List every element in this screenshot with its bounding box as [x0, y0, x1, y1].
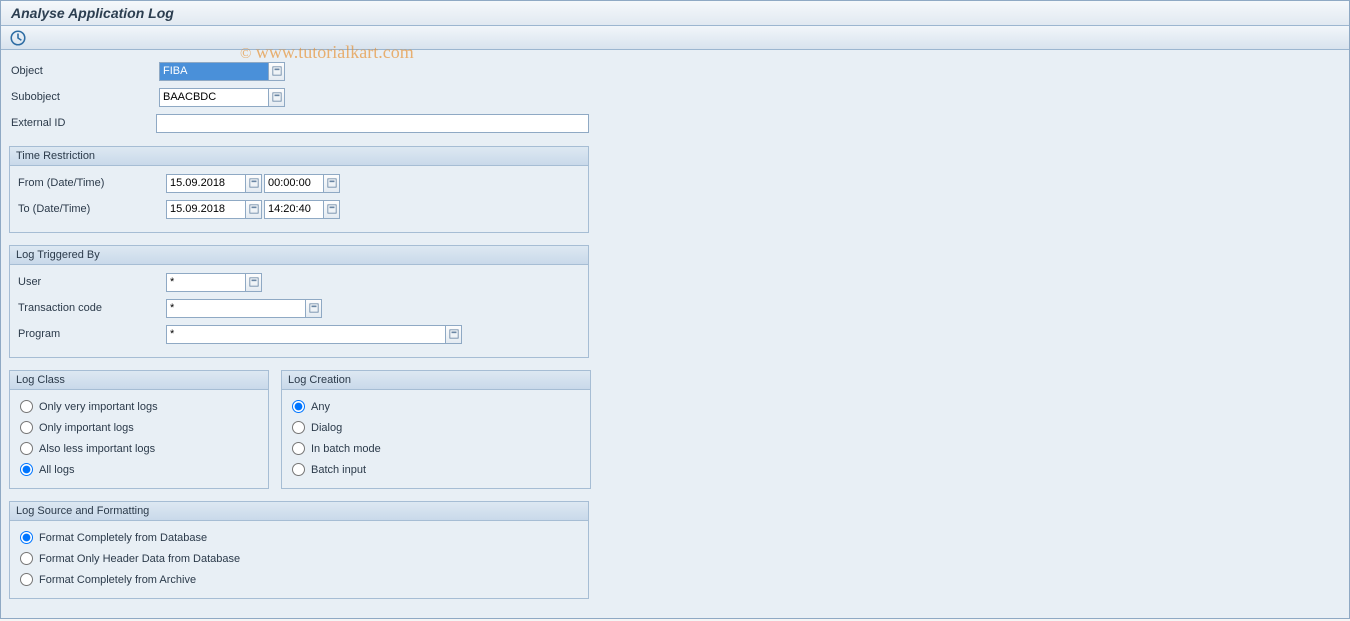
program-label: Program	[16, 328, 166, 340]
app-window: Analyse Application Log © www.tutorialka…	[0, 0, 1350, 619]
tcode-label: Transaction code	[16, 302, 166, 314]
to-date-input[interactable]	[166, 200, 246, 219]
content-area: Object Subobject External ID Time Restri…	[1, 50, 1349, 609]
log-source-option[interactable]: Format Completely from Archive	[16, 569, 582, 590]
log-source-title: Log Source and Formatting	[10, 502, 588, 521]
log-creation-radio[interactable]	[292, 442, 305, 455]
program-f4-icon[interactable]	[445, 325, 462, 344]
to-label: To (Date/Time)	[16, 203, 166, 215]
log-class-option[interactable]: Only important logs	[16, 417, 262, 438]
log-creation-option[interactable]: In batch mode	[288, 438, 584, 459]
log-creation-label: In batch mode	[311, 443, 381, 455]
log-triggered-title: Log Triggered By	[10, 246, 588, 265]
log-class-label: Also less important logs	[39, 443, 155, 455]
tcode-f4-icon[interactable]	[305, 299, 322, 318]
execute-icon[interactable]	[9, 29, 27, 47]
class-creation-row: Log Class Only very important logs Only i…	[9, 370, 1341, 489]
log-creation-group: Log Creation Any Dialog In batch mode Batch…	[281, 370, 591, 489]
log-creation-option[interactable]: Any	[288, 396, 584, 417]
log-class-radio[interactable]	[20, 463, 33, 476]
log-source-label: Format Completely from Database	[39, 532, 207, 544]
to-time-input[interactable]	[264, 200, 324, 219]
to-time-f4-icon[interactable]	[323, 200, 340, 219]
log-source-label: Format Completely from Archive	[39, 574, 196, 586]
from-time-input[interactable]	[264, 174, 324, 193]
log-class-radio[interactable]	[20, 400, 33, 413]
log-creation-option[interactable]: Batch input	[288, 459, 584, 480]
log-source-label: Format Only Header Data from Database	[39, 553, 240, 565]
log-creation-radio[interactable]	[292, 421, 305, 434]
program-input[interactable]	[166, 325, 446, 344]
external-id-input[interactable]	[156, 114, 589, 133]
to-date-f4-icon[interactable]	[245, 200, 262, 219]
log-class-label: Only important logs	[39, 422, 134, 434]
log-creation-option[interactable]: Dialog	[288, 417, 584, 438]
log-class-label: Only very important logs	[39, 401, 158, 413]
subobject-f4-icon[interactable]	[268, 88, 285, 107]
log-creation-title: Log Creation	[282, 371, 590, 390]
from-date-input[interactable]	[166, 174, 246, 193]
log-class-label: All logs	[39, 464, 74, 476]
log-creation-radio[interactable]	[292, 463, 305, 476]
log-creation-label: Dialog	[311, 422, 342, 434]
log-creation-radio[interactable]	[292, 400, 305, 413]
log-class-radio[interactable]	[20, 442, 33, 455]
log-class-option[interactable]: Only very important logs	[16, 396, 262, 417]
log-source-radio[interactable]	[20, 573, 33, 586]
log-creation-label: Batch input	[311, 464, 366, 476]
time-restriction-group: Time Restriction From (Date/Time) To (Da…	[9, 146, 589, 233]
from-date-f4-icon[interactable]	[245, 174, 262, 193]
log-source-radio[interactable]	[20, 552, 33, 565]
object-f4-icon[interactable]	[268, 62, 285, 81]
from-time-f4-icon[interactable]	[323, 174, 340, 193]
log-class-radio[interactable]	[20, 421, 33, 434]
object-input[interactable]	[159, 62, 269, 81]
log-source-option[interactable]: Format Completely from Database	[16, 527, 582, 548]
from-label: From (Date/Time)	[16, 177, 166, 189]
user-input[interactable]	[166, 273, 246, 292]
user-label: User	[16, 276, 166, 288]
log-class-group: Log Class Only very important logs Only i…	[9, 370, 269, 489]
subobject-label: Subobject	[9, 91, 159, 103]
time-restriction-title: Time Restriction	[10, 147, 588, 166]
tcode-input[interactable]	[166, 299, 306, 318]
log-source-option[interactable]: Format Only Header Data from Database	[16, 548, 582, 569]
log-creation-label: Any	[311, 401, 330, 413]
log-class-title: Log Class	[10, 371, 268, 390]
toolbar	[1, 26, 1349, 50]
log-source-group: Log Source and Formatting Format Complet…	[9, 501, 589, 599]
page-title: Analyse Application Log	[1, 1, 1349, 26]
external-id-label: External ID	[9, 117, 156, 129]
user-f4-icon[interactable]	[245, 273, 262, 292]
log-class-option[interactable]: Also less important logs	[16, 438, 262, 459]
object-label: Object	[9, 65, 159, 77]
log-source-radio[interactable]	[20, 531, 33, 544]
log-triggered-group: Log Triggered By User Transaction code P…	[9, 245, 589, 358]
subobject-input[interactable]	[159, 88, 269, 107]
log-class-option[interactable]: All logs	[16, 459, 262, 480]
header-fields: Object Subobject External ID	[9, 60, 589, 134]
